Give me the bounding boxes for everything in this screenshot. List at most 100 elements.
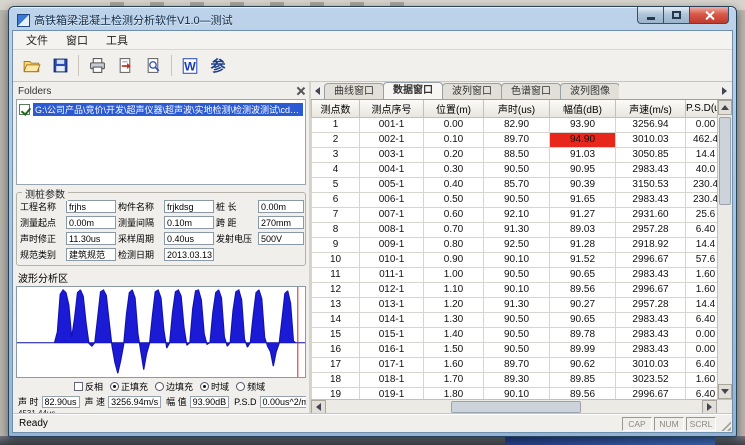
tab-1[interactable]: 曲线窗口 (324, 83, 384, 99)
status-bar: Ready CAP NUM SCRL (13, 414, 732, 432)
tab-3[interactable]: 波列窗口 (442, 83, 502, 99)
tree-item-label[interactable]: G:\公司产品\竞价\开发\超声仪器\超声波\实地检测\检测波测试\cd\p00… (33, 103, 303, 116)
resize-grip[interactable] (719, 419, 731, 431)
tab-5[interactable]: 波列图像 (560, 83, 619, 99)
table-row[interactable]: 10010-10.9090.1091.522996.6757.6 (312, 252, 726, 267)
menu-file[interactable]: 文件 (17, 30, 57, 50)
menu-tools[interactable]: 工具 (97, 30, 137, 50)
window-title: 高铁箱梁混凝土检测分析软件V1.0—测试 (34, 12, 233, 28)
scroll-down-button[interactable] (718, 384, 732, 399)
parameters-button[interactable]: 参 (204, 53, 232, 79)
table-row[interactable]: 15015-11.4090.5089.782983.430.00 (312, 327, 726, 342)
minimize-button[interactable] (637, 7, 664, 24)
col-header-point-id[interactable]: 测点序号 (360, 100, 424, 117)
waveform-plot[interactable] (16, 286, 306, 378)
scroll-right-button[interactable] (702, 400, 717, 414)
export-button[interactable] (111, 53, 139, 79)
tab-scroll-left-button[interactable] (312, 85, 323, 96)
table-row[interactable]: 16016-11.5090.5089.992983.430.00 (312, 342, 726, 357)
time-domain-radio[interactable] (200, 382, 209, 391)
table-row[interactable]: 2002-10.1089.7094.903010.03462.4 (312, 132, 726, 147)
param-field[interactable]: 建筑规范 (66, 248, 116, 261)
waveform-shape (17, 290, 305, 374)
word-export-button[interactable]: W (176, 53, 204, 79)
param-label: 构件名称 (118, 200, 162, 213)
param-field[interactable]: 2013.03.13 (164, 248, 214, 261)
vertical-scroll-thumb[interactable] (719, 117, 731, 205)
scroll-up-button[interactable] (718, 100, 732, 115)
invert-control[interactable]: 反相 (74, 380, 103, 393)
col-header-position[interactable]: 位置(m) (424, 100, 484, 117)
table-row[interactable]: 6006-10.5090.5091.652983.43230.4 (312, 192, 726, 207)
tree-item[interactable]: G:\公司产品\竞价\开发\超声仪器\超声波\实地检测\检测波测试\cd\p00… (19, 103, 303, 116)
col-header-point-count[interactable]: 测点数 (312, 100, 360, 117)
param-field[interactable]: 0.00m (66, 216, 116, 229)
close-icon (704, 10, 715, 21)
tab-2[interactable]: 数据窗口 (383, 82, 443, 99)
horizontal-scroll-thumb[interactable] (451, 401, 581, 413)
save-button[interactable] (46, 53, 74, 79)
param-field[interactable]: frjhs (66, 200, 116, 213)
scrollbar-corner (717, 400, 732, 414)
table-row[interactable]: 1001-10.0082.9093.903256.940.00 (312, 117, 726, 132)
table-row[interactable]: 12012-11.1090.1089.562996.671.60 (312, 282, 726, 297)
col-header-amplitude[interactable]: 幅值(dB) (550, 100, 616, 117)
app-icon (17, 14, 30, 27)
freq-domain-radio[interactable] (236, 382, 245, 391)
table-row[interactable]: 13013-11.2091.3090.272957.2814.4 (312, 297, 726, 312)
tab-scroll-right-button[interactable] (719, 85, 730, 96)
maximize-icon (672, 11, 681, 19)
menu-window[interactable]: 窗口 (57, 30, 97, 50)
down-arrow-icon (721, 389, 729, 394)
table-row[interactable]: 5005-10.4085.7090.393150.53230.4 (312, 177, 726, 192)
readout-value: 93.90dB (190, 396, 230, 408)
param-field[interactable]: 11.30us (66, 232, 116, 245)
print-button[interactable] (83, 53, 111, 79)
fill-edge-control[interactable]: 边填充 (155, 380, 193, 393)
table-row[interactable]: 8008-10.7091.3089.032957.286.40 (312, 222, 726, 237)
time-domain-control[interactable]: 时域 (200, 380, 229, 393)
table-row[interactable]: 7007-10.6092.1091.272931.6025.6 (312, 207, 726, 222)
table-row[interactable]: 18018-11.7089.3089.853023.521.60 (312, 372, 726, 387)
table-row[interactable]: 14014-11.3090.5090.652983.436.40 (312, 312, 726, 327)
params-grid: 工程名称frjhs构件名称frjkdsg桩 长0.00m测量起点0.00m测量间… (20, 200, 302, 261)
panel-close-icon[interactable] (296, 86, 305, 95)
tab-4[interactable]: 色谱窗口 (501, 83, 561, 99)
freq-domain-control[interactable]: 频域 (236, 380, 265, 393)
maximize-button[interactable] (663, 7, 690, 24)
alert-cell[interactable]: 94.90 (550, 132, 616, 147)
data-table-area: 测点数 测点序号 位置(m) 声时(us) 幅值(dB) 声速(m/s) P.S… (311, 100, 732, 399)
table-row[interactable]: 17017-11.6089.7090.623010.036.40 (312, 357, 726, 372)
col-header-velocity[interactable]: 声速(m/s) (616, 100, 686, 117)
fill-positive-radio[interactable] (110, 382, 119, 391)
close-button[interactable] (689, 7, 729, 24)
wave-area-title: 波形分析区 (18, 270, 306, 285)
col-header-sound-time[interactable]: 声时(us) (484, 100, 550, 117)
horizontal-scrollbar[interactable] (311, 399, 732, 414)
scroll-left-button[interactable] (311, 400, 326, 414)
table-row[interactable]: 11011-11.0090.5090.652983.431.60 (312, 267, 726, 282)
param-field[interactable]: 0.00m (258, 200, 304, 213)
table-row[interactable]: 19019-11.8090.1089.562996.676.40 (312, 387, 726, 399)
folders-panel: Folders G:\公司产品\竞价\开发\超声仪器\超声波\实地检测\检测波测… (13, 82, 311, 414)
invert-checkbox[interactable] (74, 382, 83, 391)
toolbar: W 参 (13, 50, 732, 82)
table-row[interactable]: 9009-10.8092.5091.282918.9214.4 (312, 237, 726, 252)
open-button[interactable] (18, 53, 46, 79)
toolbar-separator (171, 55, 172, 76)
preview-button[interactable] (139, 53, 167, 79)
param-field[interactable]: 500V (258, 232, 304, 245)
param-field[interactable]: 0.40us (164, 232, 214, 245)
param-field[interactable]: 0.10m (164, 216, 214, 229)
table-row[interactable]: 4004-10.3090.5090.952983.4340.0 (312, 162, 726, 177)
main-area: Folders G:\公司产品\竞价\开发\超声仪器\超声波\实地检测\检测波测… (13, 82, 732, 414)
tree-item-checkbox[interactable] (19, 104, 30, 115)
parameters-icon: 参 (210, 55, 225, 76)
vertical-scrollbar[interactable] (717, 100, 732, 399)
param-field[interactable]: 270mm (258, 216, 304, 229)
title-bar[interactable]: 高铁箱梁混凝土检测分析软件V1.0—测试 (12, 10, 733, 30)
fill-positive-control[interactable]: 正填充 (110, 380, 148, 393)
fill-edge-radio[interactable] (155, 382, 164, 391)
param-field[interactable]: frjkdsg (164, 200, 214, 213)
table-row[interactable]: 3003-10.2088.5091.033050.8514.4 (312, 147, 726, 162)
